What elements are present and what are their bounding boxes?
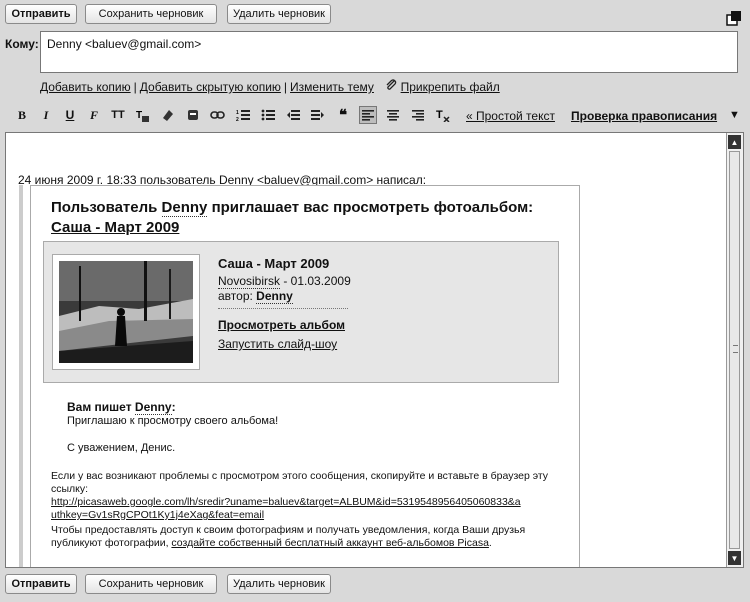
delete-draft-button-bottom[interactable]: Удалить черновик — [227, 574, 331, 594]
align-right-icon[interactable] — [409, 106, 427, 124]
share-suffix: . — [488, 537, 492, 549]
to-label: Кому: — [5, 37, 39, 51]
scroll-thumb[interactable] — [729, 151, 740, 549]
link-separator: | — [133, 80, 137, 94]
formatting-toolbar: B I U F TT T 12 ❝ T « Простой текст Пров… — [6, 102, 744, 128]
scroll-up-icon[interactable]: ▲ — [728, 135, 741, 149]
album-place-date: Novosibirsk - 01.03.2009 — [218, 274, 351, 289]
chevron-down-icon[interactable]: ▼ — [729, 109, 740, 121]
save-draft-button-bottom[interactable]: Сохранить черновик — [85, 574, 217, 594]
album-date: - 01.03.2009 — [280, 274, 351, 288]
album-place-link[interactable]: Novosibirsk — [218, 274, 281, 289]
writes-heading: Вам пишет Denny: — [67, 400, 176, 415]
bold-icon[interactable]: B — [13, 106, 31, 124]
invite-title-user: Denny — [161, 199, 208, 217]
invite-title: Пользователь Denny приглашает вас просмо… — [51, 198, 551, 238]
send-button-bottom[interactable]: Отправить — [5, 574, 77, 594]
edit-subject-link[interactable]: Изменить тему — [290, 80, 374, 94]
album-url-link[interactable]: http://picasaweb.google.com/lh/sredir?un… — [51, 496, 521, 522]
invite-title-suffix: приглашает вас просмотреть фотоальбом: — [211, 199, 534, 216]
create-account-link[interactable]: создайте собственный бесплатный аккаунт … — [171, 537, 489, 549]
share-text: Чтобы предоставлять доступ к своим фотог… — [51, 524, 561, 550]
recipient-links: Добавить копию | Добавить скрытую копию | Из… — [40, 79, 500, 94]
svg-text:1: 1 — [236, 110, 239, 116]
svg-text:T: T — [136, 110, 142, 121]
numbered-list-icon[interactable]: 12 — [234, 106, 252, 124]
regards-text: С уважением, Денис. — [67, 442, 176, 454]
emoji-icon[interactable] — [184, 106, 202, 124]
save-draft-button-top[interactable]: Сохранить черновик — [85, 4, 217, 24]
writes-colon: : — [171, 400, 176, 414]
bulleted-list-icon[interactable] — [259, 106, 277, 124]
album-box: Саша - Март 2009 Novosibirsk - 01.03.200… — [43, 241, 559, 383]
album-name: Саша - Март 2009 — [218, 256, 330, 271]
view-album-link[interactable]: Просмотреть альбом — [218, 318, 345, 332]
invite-title-prefix: Пользователь — [51, 199, 158, 216]
add-cc-link[interactable]: Добавить копию — [40, 80, 131, 94]
link-icon[interactable] — [209, 106, 227, 124]
popout-icon[interactable] — [726, 10, 742, 26]
album-author-link[interactable]: Denny — [256, 289, 293, 304]
text-color-icon[interactable]: T — [134, 106, 152, 124]
svg-text:T: T — [436, 109, 443, 121]
delete-draft-button-top[interactable]: Удалить черновик — [227, 4, 331, 24]
writes-user: Denny — [134, 400, 172, 415]
scroll-grip-icon — [733, 345, 738, 353]
scroll-down-icon[interactable]: ▼ — [728, 551, 741, 565]
font-size-icon[interactable]: TT — [109, 106, 127, 124]
spellcheck-link[interactable]: Проверка правописания — [571, 109, 717, 123]
vertical-scrollbar[interactable]: ▲ ▼ — [726, 133, 743, 567]
quote-icon[interactable]: ❝ — [334, 106, 352, 124]
quote-bar — [19, 185, 23, 567]
personal-message: Приглашаю к просмотру своего альбома! — [67, 415, 279, 427]
align-left-icon[interactable] — [359, 106, 377, 124]
remove-formatting-icon[interactable]: T — [434, 106, 452, 124]
invite-card: Пользователь Denny приглашает вас просмо… — [30, 185, 580, 567]
svg-text:2: 2 — [236, 117, 239, 122]
album-author: автор: Denny — [218, 289, 293, 304]
align-center-icon[interactable] — [384, 106, 402, 124]
problem-text: Если у вас возникают проблемы с просмотр… — [51, 470, 549, 495]
album-author-label: автор: — [218, 289, 257, 303]
slideshow-link[interactable]: Запустить слайд-шоу — [218, 337, 337, 351]
album-photo[interactable] — [52, 254, 200, 370]
writes-label: Вам пишет — [67, 400, 135, 414]
message-editor[interactable]: 24 июня 2009 г. 18:33 пользователь Denny… — [5, 132, 744, 568]
underline-icon[interactable]: U — [61, 106, 79, 124]
highlight-icon[interactable] — [159, 106, 177, 124]
attach-file-link[interactable]: Прикрепить файл — [401, 80, 500, 94]
paperclip-icon — [385, 79, 400, 94]
indent-icon[interactable] — [309, 106, 327, 124]
to-value: Denny <baluev@gmail.com> — [47, 37, 202, 51]
font-icon[interactable]: F — [85, 106, 103, 124]
add-bcc-link[interactable]: Добавить скрытую копию — [140, 80, 281, 94]
italic-icon[interactable]: I — [37, 106, 55, 124]
outdent-icon[interactable] — [284, 106, 302, 124]
link-separator: | — [283, 80, 288, 94]
album-divider — [218, 308, 348, 309]
invite-album-link[interactable]: Саша - Март 2009 — [51, 219, 179, 236]
send-button-top[interactable]: Отправить — [5, 4, 77, 24]
to-input[interactable]: Denny <baluev@gmail.com> — [40, 31, 738, 73]
plain-text-link[interactable]: « Простой текст — [466, 109, 555, 123]
